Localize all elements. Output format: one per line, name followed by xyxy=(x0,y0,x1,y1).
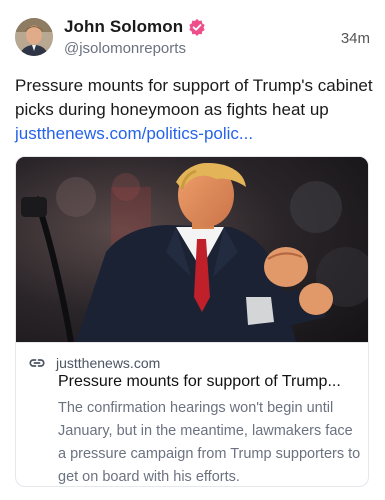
link-preview-card[interactable]: justthenews.com Pressure mounts for supp… xyxy=(15,156,369,487)
card-body: justthenews.com Pressure mounts for supp… xyxy=(16,342,368,485)
post-text: Pressure mounts for support of Trump's c… xyxy=(15,74,373,146)
card-domain: justthenews.com xyxy=(56,355,161,371)
avatar[interactable] xyxy=(15,18,53,56)
card-domain-row: justthenews.com xyxy=(28,354,160,372)
post-link[interactable]: justthenews.com/politics-polic... xyxy=(15,124,253,143)
author-name[interactable]: John Solomon xyxy=(64,17,183,37)
author-handle[interactable]: @jsolomonreports xyxy=(64,40,186,57)
link-icon xyxy=(28,354,46,372)
card-title[interactable]: Pressure mounts for support of Trump... xyxy=(58,373,362,391)
post: John Solomon @jsolomonreports 34m Pressu… xyxy=(0,0,385,500)
author-name-row: John Solomon xyxy=(64,17,206,37)
post-text-content: Pressure mounts for support of Trump's c… xyxy=(15,76,373,119)
verified-badge-icon xyxy=(188,18,206,36)
avatar-image xyxy=(15,18,53,56)
post-timestamp[interactable]: 34m xyxy=(341,30,370,47)
card-description: The confirmation hearings won't begin un… xyxy=(58,400,361,485)
card-image[interactable] xyxy=(16,157,368,342)
